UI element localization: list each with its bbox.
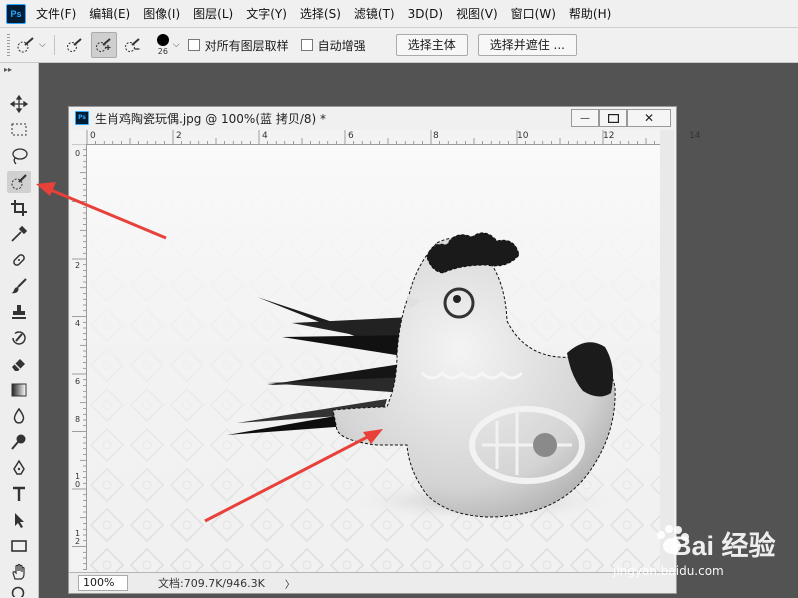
annotation-arrow bbox=[45, 186, 167, 240]
annotation-arrowhead bbox=[36, 182, 56, 196]
annotation-overlay bbox=[36, 182, 167, 240]
